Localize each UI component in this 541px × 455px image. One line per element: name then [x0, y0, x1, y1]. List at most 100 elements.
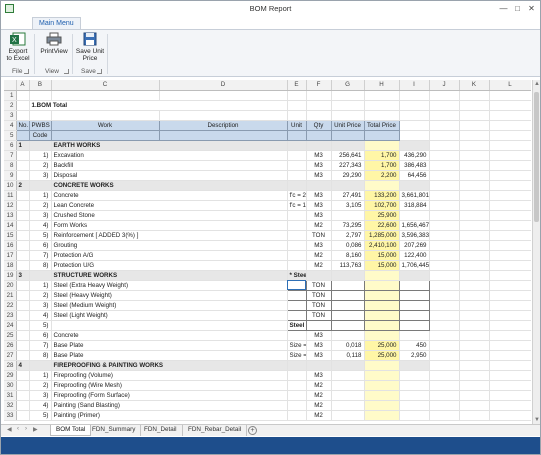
cell[interactable] [16, 280, 30, 291]
cell[interactable] [399, 269, 430, 281]
unit-price-cell[interactable] [363, 309, 400, 321]
work-cell[interactable]: Base Plate [51, 350, 288, 361]
cell[interactable] [489, 250, 531, 261]
description-cell[interactable] [287, 370, 307, 381]
cell[interactable] [16, 340, 30, 351]
cell[interactable] [399, 120, 430, 131]
unit-price-cell[interactable] [364, 410, 400, 421]
work-cell[interactable]: Lean Concrete [51, 200, 288, 211]
cell[interactable] [429, 210, 460, 221]
cell[interactable] [364, 100, 400, 111]
cell[interactable] [429, 140, 460, 151]
cell[interactable] [489, 150, 531, 161]
work-cell[interactable]: Reinforcement [ ADDED 3(%) ] [51, 230, 288, 241]
cell[interactable] [429, 200, 460, 211]
cell[interactable] [459, 200, 490, 211]
row-number[interactable]: 1 [4, 90, 17, 101]
cell[interactable] [16, 350, 30, 361]
unit-price-cell[interactable]: 25,900 [364, 210, 400, 221]
unit-price-cell[interactable]: 1,285,000 [364, 230, 400, 241]
cell[interactable] [16, 150, 30, 161]
column-header-l[interactable]: L [489, 80, 531, 91]
unit-price-cell[interactable] [363, 279, 400, 291]
tab-next-icon[interactable]: › [25, 426, 27, 432]
description-cell[interactable]: f'c = 25 MPa [287, 190, 307, 201]
cell[interactable] [429, 90, 460, 101]
cell[interactable] [159, 90, 288, 101]
qty-cell[interactable]: 0,018 [331, 340, 365, 351]
cell[interactable] [489, 170, 531, 181]
cell[interactable] [429, 230, 460, 241]
unit-cell[interactable]: M2 [306, 260, 332, 271]
unit-cell[interactable]: M2 [306, 220, 332, 231]
total-price-cell[interactable] [399, 410, 430, 421]
qty-cell[interactable] [330, 289, 365, 301]
column-header-b[interactable]: B [29, 80, 52, 91]
total-price-cell[interactable]: 64,456 [399, 170, 430, 181]
section-number[interactable]: 3 [16, 269, 30, 281]
qty-cell[interactable] [331, 390, 365, 401]
total-price-cell[interactable] [398, 299, 430, 311]
column-header-j[interactable]: J [429, 80, 460, 91]
work-cell[interactable]: Base Plate [51, 340, 288, 351]
section-note[interactable] [287, 139, 307, 151]
cell[interactable] [29, 179, 52, 191]
qty-cell[interactable]: 0,118 [331, 350, 365, 361]
cell[interactable] [489, 410, 531, 421]
description-cell[interactable] [286, 309, 307, 321]
unit-cell[interactable] [305, 319, 332, 331]
row-number[interactable]: 31 [4, 390, 17, 401]
total-price-cell[interactable]: 3,596,383 [399, 230, 430, 241]
work-cell[interactable]: Crushed Stone [51, 210, 288, 221]
cell[interactable] [399, 130, 430, 141]
row-number[interactable]: 12 [4, 200, 17, 211]
item-number[interactable]: 4) [29, 220, 52, 231]
cell[interactable] [16, 90, 30, 101]
cell[interactable] [489, 130, 531, 141]
work-cell[interactable]: Protection A/G [51, 250, 288, 261]
cell[interactable] [331, 110, 365, 121]
unit-price-cell[interactable] [364, 330, 400, 341]
qty-cell[interactable]: 29,290 [331, 170, 365, 181]
item-number[interactable]: 8) [29, 350, 52, 361]
cell[interactable] [16, 310, 30, 321]
cell[interactable] [459, 210, 490, 221]
cell[interactable] [459, 150, 490, 161]
cell[interactable] [459, 240, 490, 251]
cell[interactable] [489, 360, 531, 371]
cell[interactable] [429, 340, 460, 351]
cell[interactable] [459, 140, 490, 151]
spreadsheet-grid[interactable]: A B C D E F G H I J K L 1 2 1.BOM Total 3 4 No. PWBS Work De… [4, 80, 531, 424]
unit-cell[interactable]: M2 [306, 380, 332, 391]
cell[interactable] [159, 110, 288, 121]
total-price-cell[interactable]: 450 [399, 340, 430, 351]
qty-cell[interactable] [331, 330, 365, 341]
cell[interactable] [429, 400, 460, 411]
cell[interactable] [29, 139, 52, 151]
cell[interactable] [306, 100, 332, 111]
description-cell[interactable] [287, 220, 307, 231]
description-cell[interactable] [287, 150, 307, 161]
cell[interactable] [331, 179, 365, 191]
row-number[interactable]: 11 [4, 190, 17, 201]
qty-cell[interactable] [331, 210, 365, 221]
cell[interactable] [29, 269, 52, 281]
cell[interactable] [489, 100, 531, 111]
cell[interactable] [16, 260, 30, 271]
unit-price-cell[interactable]: 133,200 [364, 190, 400, 201]
work-cell[interactable]: Fireproofing (Wire Mesh) [51, 380, 288, 391]
cell[interactable] [16, 190, 30, 201]
cell[interactable] [51, 90, 160, 101]
cell[interactable] [16, 100, 30, 111]
scroll-up-icon[interactable]: ▲ [533, 80, 541, 88]
row-number[interactable]: 19 [4, 270, 17, 281]
save-unit-price-button[interactable]: Save Unit Price [75, 32, 105, 62]
view-group-launcher-icon[interactable] [64, 69, 69, 74]
cell[interactable] [489, 140, 531, 151]
total-price-cell[interactable] [399, 370, 430, 381]
unit-cell[interactable]: M2 [306, 390, 332, 401]
cell[interactable] [459, 130, 490, 141]
unit-price-cell[interactable]: 102,700 [364, 200, 400, 211]
row-number[interactable]: 8 [4, 160, 17, 171]
cell[interactable] [16, 380, 30, 391]
